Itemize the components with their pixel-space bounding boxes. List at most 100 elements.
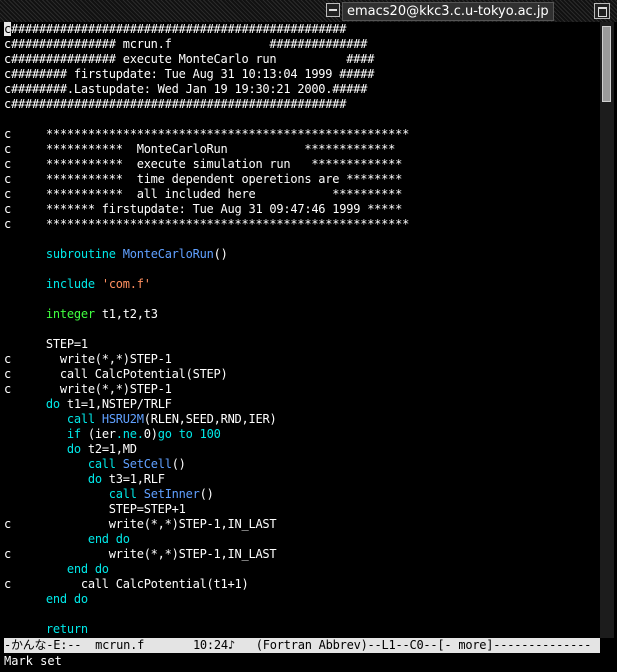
window-title-bar[interactable]: emacs20@kkc3.c.u-tokyo.ac.jp — [0, 0, 617, 22]
code-line[interactable] — [4, 232, 600, 247]
code-token: end do — [66, 562, 109, 576]
code-token: do — [45, 397, 60, 411]
code-line[interactable] — [4, 292, 600, 307]
code-line[interactable]: STEP=1 — [4, 337, 600, 352]
code-token: c write(*,*)STEP-1,IN_LAST — [4, 517, 277, 531]
code-token: ########################################… — [11, 22, 347, 36]
code-line[interactable] — [4, 607, 600, 622]
editor-text-area[interactable]: c#######################################… — [4, 22, 600, 638]
code-line[interactable]: c#######################################… — [4, 22, 600, 37]
code-line[interactable]: c call CalcPotential(STEP) — [4, 367, 600, 382]
code-line[interactable] — [4, 112, 600, 127]
code-line[interactable]: end do — [4, 562, 600, 577]
code-line[interactable]: call SetInner() — [4, 487, 600, 502]
code-token: STEP=STEP+1 — [4, 502, 186, 516]
code-token: t1,t2,t3 — [94, 307, 158, 321]
code-token: call — [108, 487, 137, 501]
code-line[interactable]: do t2=1,MD — [4, 442, 600, 457]
code-line[interactable]: c *********** MonteCarloRun ************… — [4, 142, 600, 157]
code-token: t2=1,MD — [80, 442, 137, 456]
code-line[interactable]: c call CalcPotential(t1+1) — [4, 577, 600, 592]
code-line[interactable]: include 'com.f' — [4, 277, 600, 292]
code-line[interactable]: c write(*,*)STEP-1,IN_LAST — [4, 547, 600, 562]
code-token: c write(*,*)STEP-1 — [4, 352, 172, 366]
code-token: MonteCarloRun — [122, 247, 214, 261]
code-line[interactable] — [4, 322, 600, 337]
code-line[interactable]: c#######################################… — [4, 97, 600, 112]
code-token: integer — [45, 307, 95, 321]
code-line[interactable]: c write(*,*)STEP-1 — [4, 352, 600, 367]
code-line[interactable] — [4, 262, 600, 277]
code-line[interactable]: return — [4, 622, 600, 637]
code-line[interactable]: c *********** time dependent operetions … — [4, 172, 600, 187]
code-line[interactable]: subroutine MonteCarloRun() — [4, 247, 600, 262]
code-token: c call CalcPotential(STEP) — [4, 367, 228, 381]
code-token: c *********** execute simulation run ***… — [4, 157, 403, 171]
code-token: end do — [45, 592, 88, 606]
code-token: 'com.f' — [101, 277, 151, 291]
code-token: if — [66, 427, 81, 441]
code-token: call — [87, 457, 116, 471]
code-line[interactable]: do t1=1,NSTEP/TRLF — [4, 397, 600, 412]
code-token: c write(*,*)STEP-1,IN_LAST — [4, 547, 277, 561]
code-token: SetCell — [122, 457, 172, 471]
code-token: c *********** time dependent operetions … — [4, 172, 403, 186]
code-token: t1=1,NSTEP/TRLF — [59, 397, 172, 411]
code-line[interactable]: if (ier.ne.0)go to 100 — [4, 427, 600, 442]
window-menu-icon[interactable] — [326, 3, 340, 17]
code-line[interactable]: c **************************************… — [4, 127, 600, 142]
code-token: () — [213, 247, 228, 261]
code-line[interactable]: c write(*,*)STEP-1,IN_LAST — [4, 517, 600, 532]
code-line[interactable]: c **************************************… — [4, 217, 600, 232]
code-token: do — [87, 472, 102, 486]
code-token: c **************************************… — [4, 127, 410, 141]
code-line[interactable]: c########.Lastupdate: Wed Jan 19 19:30:2… — [4, 82, 600, 97]
code-line[interactable]: c ******* firstupdate: Tue Aug 31 09:47:… — [4, 202, 600, 217]
code-token: end do — [87, 532, 130, 546]
code-token: HSRU2M — [101, 412, 144, 426]
code-line[interactable]: call HSRU2M(RLEN,SEED,RND,IER) — [4, 412, 600, 427]
scrollbar-thumb[interactable] — [602, 26, 611, 102]
code-token: c############### mcrun.f ############## — [4, 37, 368, 51]
code-line[interactable]: end do — [4, 592, 600, 607]
code-token: c ******* firstupdate: Tue Aug 31 09:47:… — [4, 202, 403, 216]
code-token: c call CalcPotential(t1+1) — [4, 577, 249, 591]
code-line[interactable]: c *********** execute simulation run ***… — [4, 157, 600, 172]
code-token: return — [45, 622, 88, 636]
code-token: SetInner — [143, 487, 200, 501]
code-token: c *********** MonteCarloRun ************… — [4, 142, 396, 156]
code-line[interactable]: end do — [4, 532, 600, 547]
code-line[interactable]: integer t1,t2,t3 — [4, 307, 600, 322]
minibuffer[interactable]: Mark set — [4, 653, 614, 669]
code-token: c############### execute MonteCarlo run … — [4, 52, 375, 66]
code-token: t3=1,RLF — [101, 472, 165, 486]
code-token: subroutine — [45, 247, 116, 261]
code-token: c write(*,*)STEP-1 — [4, 382, 172, 396]
code-token: .ne. — [115, 427, 144, 441]
code-line[interactable]: c write(*,*)STEP-1 — [4, 382, 600, 397]
code-line[interactable]: c############### mcrun.f ############## — [4, 37, 600, 52]
vertical-scrollbar[interactable] — [600, 22, 614, 638]
code-line[interactable]: call SetCell() — [4, 457, 600, 472]
code-token: c######## firstupdate: Tue Aug 31 10:13:… — [4, 67, 375, 81]
code-line[interactable]: c############### execute MonteCarlo run … — [4, 52, 600, 67]
maximize-icon[interactable] — [594, 3, 610, 19]
code-line[interactable]: STEP=STEP+1 — [4, 502, 600, 517]
code-line[interactable]: c######## firstupdate: Tue Aug 31 10:13:… — [4, 67, 600, 82]
code-line[interactable]: c *********** all included here ********… — [4, 187, 600, 202]
mode-line: -かんな-E:-- mcrun.f 10:24♪ (Fortran Abbrev… — [4, 638, 600, 653]
code-line[interactable]: do t3=1,RLF — [4, 472, 600, 487]
